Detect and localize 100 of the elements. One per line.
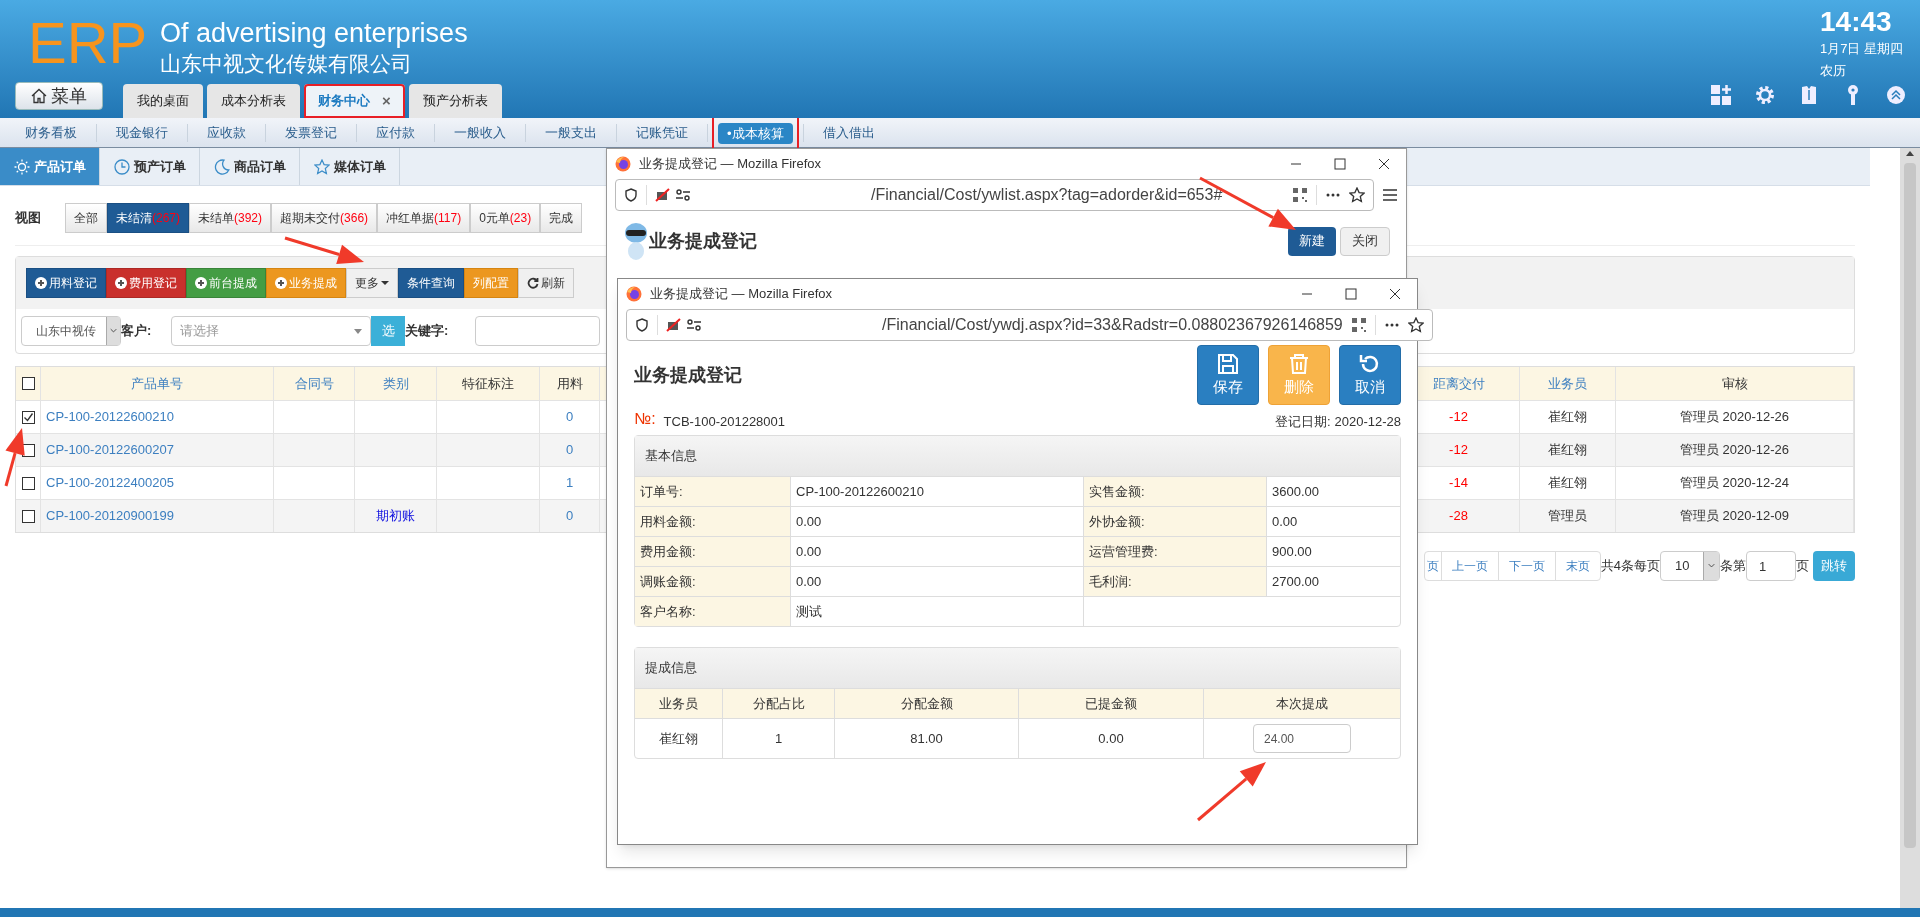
toolbar-button[interactable]: 用料登记 (26, 268, 106, 298)
order-link[interactable]: CP-100-20122400205 (46, 473, 174, 493)
action-button[interactable]: 取消 (1339, 345, 1401, 405)
nav-item[interactable]: 现金银行 (107, 122, 177, 143)
column-header[interactable]: 业务员 (1548, 373, 1587, 394)
page-number-field[interactable]: 1 (1746, 551, 1796, 581)
nav-item[interactable]: 记账凭证 (627, 122, 697, 143)
field-label: 毛利润: (1089, 572, 1132, 591)
page-button[interactable]: 末页 (1554, 552, 1600, 580)
nav-item[interactable]: 财务看板 (16, 122, 86, 143)
page-button[interactable]: 下一页 (1497, 552, 1555, 580)
nav-item[interactable]: 一般收入 (445, 122, 515, 143)
toolbar-button[interactable]: 更多 (346, 268, 398, 298)
order-link[interactable]: CP-100-20120900199 (46, 506, 174, 526)
number-label: №: (634, 409, 656, 429)
action-button[interactable]: 保存 (1197, 345, 1259, 405)
toolbar-button[interactable]: 刷新 (518, 268, 574, 298)
view-filter[interactable]: 未结清(267) (107, 203, 189, 233)
order-tab[interactable]: 商品订单 (200, 148, 300, 185)
column-header[interactable]: 审核 (1721, 373, 1748, 394)
maximize-icon[interactable] (1334, 158, 1346, 170)
page-heading: 业务提成登记 (634, 363, 742, 387)
order-link[interactable]: CP-100-20122600207 (46, 440, 174, 460)
nav-item[interactable]: •成本核算 (718, 122, 793, 144)
page-size-select[interactable]: 10 (1660, 551, 1720, 581)
select-all-checkbox[interactable] (21, 377, 35, 390)
column-header[interactable]: 特征标注 (462, 373, 514, 394)
commission-field[interactable]: 24.00 (1253, 724, 1351, 753)
url-bar[interactable]: /Financial/Cost/ywlist.aspx?tag=adorder&id=653# (615, 179, 1374, 211)
page-button[interactable]: 上一页 (1440, 552, 1498, 580)
order-tab[interactable]: 产品订单 (0, 148, 100, 185)
nav-item[interactable]: 应付款 (367, 122, 424, 143)
column-header[interactable]: 用料 (556, 373, 583, 394)
star-icon[interactable] (1349, 187, 1365, 203)
material-link[interactable]: 0 (565, 506, 574, 526)
row-checkbox[interactable] (21, 410, 35, 424)
toolbar-button[interactable]: 条件查询 (398, 268, 464, 298)
close-icon[interactable] (1378, 158, 1390, 170)
column-header[interactable]: 产品单号 (131, 373, 183, 394)
column-header[interactable]: 类别 (382, 373, 409, 394)
field-label: 调账金额: (640, 572, 696, 591)
url-bar[interactable]: /Financial/Cost/ywdj.aspx?id=33&Radstr=0.08802367926146859 (626, 309, 1433, 341)
column-header[interactable]: 距离交付 (1432, 373, 1485, 394)
nav-item[interactable]: 一般支出 (536, 122, 606, 143)
keyword-field[interactable] (475, 316, 600, 346)
tab-close-icon[interactable]: × (382, 89, 391, 113)
view-filter[interactable]: 冲红单据(117) (377, 203, 471, 233)
table-cell-text: -12 (1449, 408, 1468, 427)
table-cell-text: 0.00 (1098, 729, 1124, 748)
maximize-icon[interactable] (1345, 288, 1357, 300)
table-cell-text: 崔红翎 (659, 729, 698, 748)
menu-button[interactable]: 菜单 (15, 82, 103, 110)
view-filter[interactable]: 全部 (65, 203, 107, 233)
tab[interactable]: 成本分析表 (207, 84, 300, 118)
row-checkbox[interactable] (21, 476, 35, 490)
nav-item[interactable]: 借入借出 (813, 122, 884, 143)
star-icon[interactable] (1407, 317, 1424, 333)
view-filter[interactable]: 超期未交付(366) (271, 203, 378, 233)
plus-icon (275, 277, 287, 289)
menu-icon[interactable] (1382, 187, 1398, 203)
material-link[interactable]: 0 (565, 407, 574, 427)
company-select[interactable]: 山东中视传 (21, 316, 121, 346)
collapse-icon[interactable] (1886, 85, 1906, 105)
settings-icon[interactable] (1754, 84, 1776, 106)
field-label: 实售金额: (1089, 482, 1145, 501)
tab[interactable]: 我的桌面 (123, 84, 203, 118)
close-icon[interactable] (1389, 288, 1401, 300)
toolbar-button[interactable]: 费用登记 (106, 268, 186, 298)
field-label: 客户名称: (640, 602, 696, 621)
add-widget-icon[interactable] (1710, 84, 1732, 106)
scrollbar[interactable] (1900, 148, 1920, 908)
view-filter[interactable]: 0元单(23) (470, 203, 541, 233)
tab[interactable]: 预产分析表 (408, 84, 502, 118)
company-name: 山东中视文化传媒有限公司 (160, 51, 413, 77)
star-icon (313, 158, 330, 175)
record-number: TCB-100-201228001 (663, 412, 786, 431)
column-header[interactable]: 合同号 (294, 373, 334, 394)
annotation-arrow (1197, 762, 1266, 822)
column-header: 业务员 (659, 694, 698, 713)
view-filter[interactable]: 完成 (540, 203, 583, 233)
material-link[interactable]: 1 (565, 473, 574, 493)
refresh-icon (527, 277, 539, 289)
nav-item[interactable]: 应收款 (198, 122, 255, 143)
nav-item[interactable]: 发票登记 (276, 122, 346, 143)
order-tab[interactable]: 媒体订单 (300, 148, 400, 185)
page-button[interactable]: 页 (1424, 552, 1441, 580)
order-link[interactable]: CP-100-20122600210 (46, 407, 174, 427)
field-value: CP-100-20122600210 (796, 482, 924, 501)
field-value: 3600.00 (1272, 482, 1319, 501)
tab[interactable]: 财务中心 × (304, 84, 405, 118)
view-filter[interactable]: 未结单(392) (189, 203, 272, 233)
toolbar-button[interactable]: 前台提成 (186, 268, 266, 298)
new-button[interactable]: 新建 (1288, 226, 1336, 256)
scroll-up-icon[interactable] (1906, 150, 1914, 158)
table-cell-text: -28 (1449, 507, 1468, 526)
row-checkbox[interactable] (21, 509, 35, 523)
material-link[interactable]: 0 (565, 440, 574, 460)
close-button[interactable]: 关闭 (1340, 226, 1390, 256)
order-tab[interactable]: 预产订单 (100, 148, 200, 185)
url-text: /Financial/Cost/ywlist.aspx?tag=adorder&id=653# (871, 185, 1224, 205)
